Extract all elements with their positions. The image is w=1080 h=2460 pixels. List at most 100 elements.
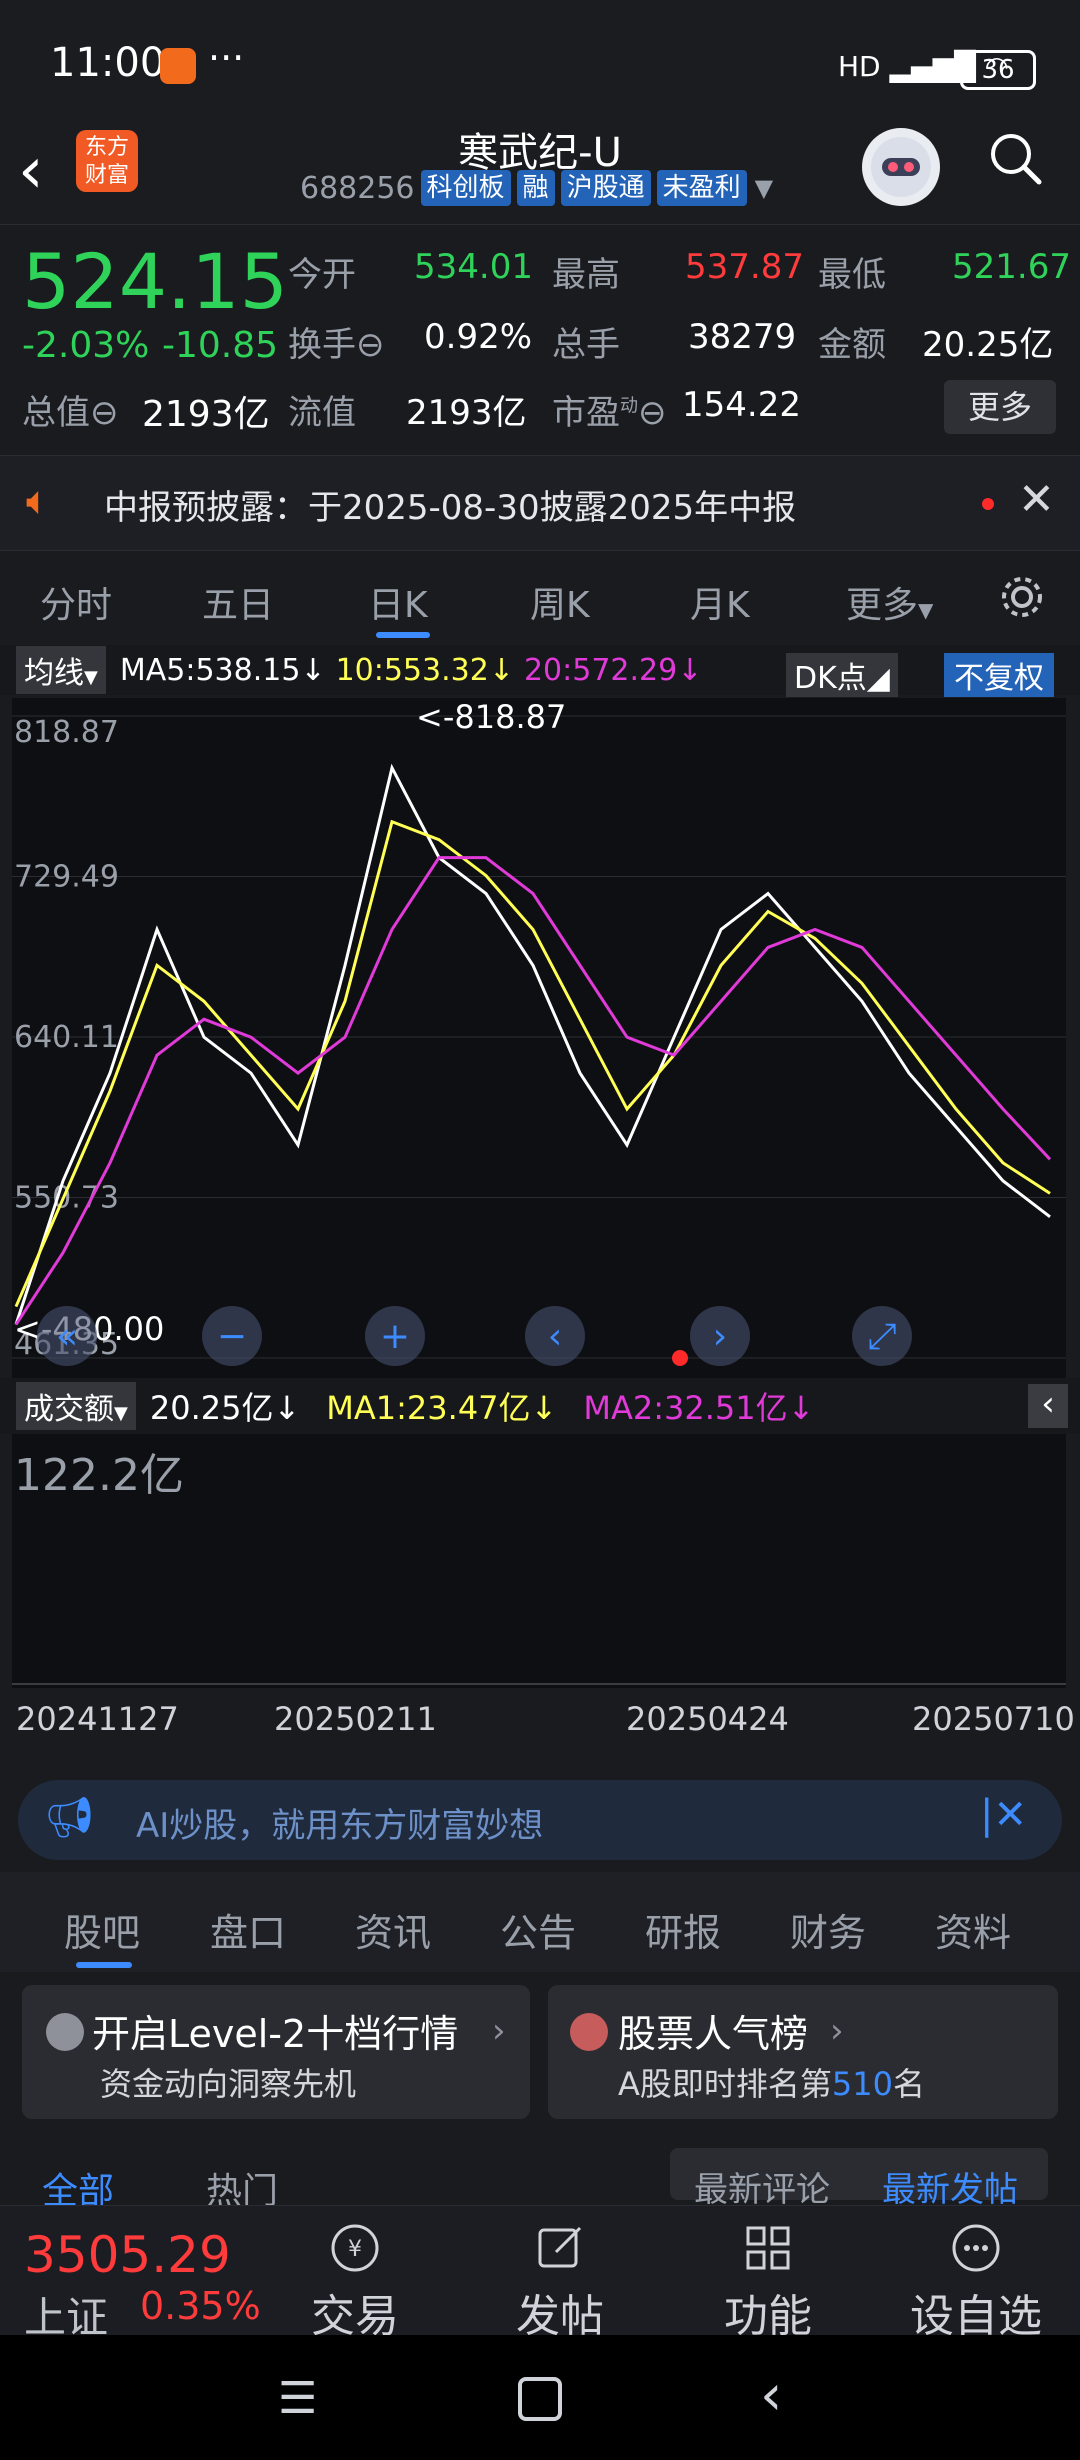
zoom-out-icon-glyph: − — [217, 1316, 247, 1357]
system-nav-bar: ☰ ‹ — [0, 2335, 1080, 2460]
nav-functions[interactable]: 功能 — [698, 2220, 838, 2344]
tab-monthly-k[interactable]: 月K — [690, 576, 750, 628]
y-tick-label: 818.87 — [14, 715, 119, 750]
tab-more[interactable]: 更多▼ — [846, 576, 933, 628]
volume-ma2: MA2:32.51亿↓ — [583, 1389, 815, 1427]
ranking-icon — [570, 2013, 608, 2051]
status-bar: 11:00 ··· HD ▂▄▆█ ◠ 36 — [0, 0, 1080, 120]
zoom-in-icon-glyph: + — [380, 1316, 410, 1357]
edit-icon — [532, 2220, 588, 2276]
grid-icon — [740, 2220, 796, 2276]
megaphone-icon: 📢︎ — [44, 1795, 95, 1841]
volume-legend-bar: 成交额▼ 20.25亿↓ MA1:23.47亿↓ MA2:32.51亿↓ ‹ — [0, 1378, 1080, 1434]
ma20-legend: 20:572.29↓ — [523, 652, 703, 688]
collapse-icon[interactable]: ‹ — [1028, 1384, 1068, 1428]
level2-card[interactable]: 开启Level-2十档行情 › 资金动向洞察先机 — [22, 1985, 530, 2119]
more-button[interactable]: 更多 — [944, 380, 1056, 434]
ma10-legend: 10:553.32↓ — [335, 652, 514, 688]
chevron-right-icon: › — [830, 2011, 844, 2051]
feed-tabs: 全部 热门 最新评论 最新发帖 — [0, 2140, 1080, 2212]
stock-code-line[interactable]: 688256 科创板 融 沪股通 未盈利 ▼ — [300, 170, 773, 206]
nav-trade[interactable]: ¥ 交易 — [285, 2220, 425, 2344]
low-value: 521.67 — [952, 247, 1071, 287]
date-tick: 20250424 — [626, 1700, 789, 1738]
high-value: 537.87 — [685, 247, 804, 287]
float-cap-label: 流值 — [288, 393, 356, 433]
amount-label: 金额 — [818, 325, 886, 365]
nav-post[interactable]: 发帖 — [490, 2220, 630, 2344]
close-icon[interactable]: ✕ — [1018, 474, 1055, 525]
date-tick: 20250710 — [912, 1700, 1075, 1738]
bottom-nav: 3505.29 上证 0.35% ¥ 交易 发帖 功能 设自选 — [0, 2205, 1080, 2342]
total-cap-label: 总值⊖ — [22, 393, 119, 433]
svg-text:¥: ¥ — [348, 2237, 362, 2262]
notice-bar[interactable]: 🔈︎ 中报预披露：于2025-08-30披露2025年中报 ✕ — [0, 455, 1080, 551]
tab-intraday[interactable]: 分时 — [40, 576, 112, 628]
y-tick-label: 729.49 — [14, 860, 119, 895]
signal-label: HD — [838, 50, 881, 83]
index-value[interactable]: 3505.29 — [24, 2226, 231, 2284]
unread-dot — [982, 498, 994, 510]
more-circle-icon — [948, 2220, 1004, 2276]
dk-select[interactable]: DK点◢ — [786, 653, 898, 697]
chevron-right-icon: › — [492, 2011, 506, 2051]
tab-profile[interactable]: 资料 — [935, 1902, 1011, 1957]
home-icon[interactable] — [518, 2377, 562, 2421]
gear-icon[interactable] — [997, 572, 1047, 622]
high-marker-label: <-818.87 — [416, 698, 566, 736]
tab-news[interactable]: 资讯 — [355, 1902, 431, 1957]
quote-panel: 524.15 -2.03% -10.85 总值⊖ 2193亿 今开 534.01… — [0, 225, 1080, 450]
prev-icon-glyph: ‹ — [548, 1316, 562, 1357]
more-notifications-icon: ··· — [208, 36, 245, 80]
tab-weekly-k[interactable]: 周K — [530, 576, 590, 628]
y-tick-label: 640.11 — [14, 1020, 119, 1055]
sort-latest-comment[interactable]: 最新评论 — [694, 2162, 830, 2211]
close-icon[interactable]: |✕ — [980, 1792, 1027, 1838]
amount-value: 20.25亿 — [922, 325, 1054, 365]
pe-value: 154.22 — [682, 385, 801, 425]
next-icon-glyph: › — [713, 1316, 727, 1357]
assistant-avatar-icon[interactable] — [862, 128, 940, 206]
ai-banner-text: AI炒股，就用东方财富妙想 — [136, 1806, 544, 1846]
chevron-down-icon: ▼ — [754, 174, 774, 202]
nav-add-watch[interactable]: 设自选 — [906, 2220, 1046, 2344]
volume-value: 38279 — [688, 317, 797, 357]
tab-financials[interactable]: 财务 — [790, 1902, 866, 1957]
fullscreen-icon-glyph: ⤢ — [868, 1316, 897, 1357]
ai-banner[interactable]: 📢︎ AI炒股，就用东方财富妙想 |✕ — [18, 1780, 1062, 1860]
date-tick: 20241127 — [16, 1700, 179, 1738]
scroll-left-icon-glyph: « — [56, 1316, 78, 1357]
tab-underline — [376, 632, 430, 638]
sort-latest-post[interactable]: 最新发帖 — [882, 2162, 1018, 2211]
tab-daily-k[interactable]: 日K — [368, 576, 428, 628]
tab-underline — [76, 1962, 132, 1968]
volume-chart[interactable]: 122.2亿 — [12, 1434, 1066, 1688]
open-value: 534.01 — [414, 247, 533, 287]
float-cap-value: 2193亿 — [406, 393, 527, 433]
tab-forum[interactable]: 股吧 — [64, 1902, 140, 1957]
popularity-card[interactable]: 股票人气榜 › A股即时排名第510名 — [548, 1985, 1058, 2119]
menu-icon[interactable]: ☰ — [278, 2373, 317, 2424]
last-price: 524.15 — [22, 237, 288, 326]
date-axis: 20241127 20250211 20250424 20250710 — [12, 1688, 1075, 1758]
back-icon[interactable]: ‹ — [760, 2363, 782, 2428]
notice-text: 中报预披露：于2025-08-30披露2025年中报 — [104, 488, 797, 528]
tab-orderbook[interactable]: 盘口 — [210, 1902, 286, 1957]
volume-select[interactable]: 成交额▼ — [16, 1382, 136, 1430]
tab-research[interactable]: 研报 — [645, 1902, 721, 1957]
ma-legend-bar: 均线▼ MA5:538.15↓ 10:553.32↓ 20:572.29↓ DK… — [0, 645, 1080, 697]
tab-five-day[interactable]: 五日 — [202, 576, 274, 628]
adjust-button[interactable]: 不复权 — [944, 653, 1054, 697]
tab-announcements[interactable]: 公告 — [500, 1902, 576, 1957]
tag-connect: 沪股通 — [560, 170, 651, 206]
change-amount: -10.85 — [162, 325, 279, 366]
search-icon[interactable] — [985, 128, 1045, 188]
current-marker-dot — [672, 1350, 688, 1366]
status-time: 11:00 — [50, 40, 166, 86]
high-label: 最高 — [552, 255, 620, 295]
popularity-title: 股票人气榜 — [618, 2012, 809, 2056]
kline-chart[interactable]: 818.87729.49640.11550.73461.35<-818.87<-… — [12, 698, 1066, 1378]
popularity-subtitle: A股即时排名第510名 — [618, 2065, 925, 2103]
ma-select[interactable]: 均线▼ — [16, 646, 106, 694]
level2-subtitle: 资金动向洞察先机 — [100, 2065, 357, 2103]
